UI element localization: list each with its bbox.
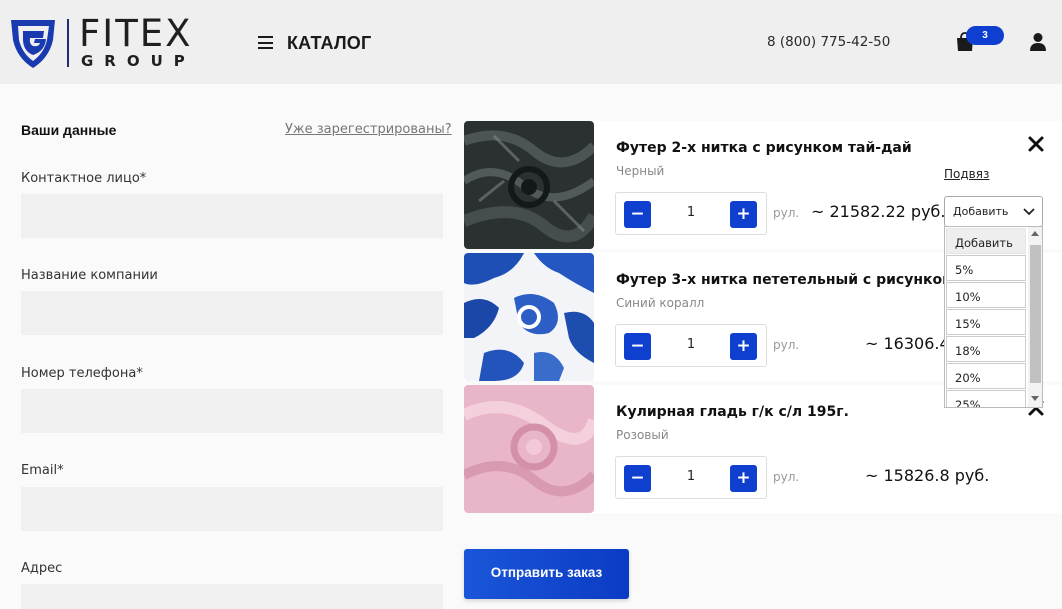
- contact-person-input[interactable]: [21, 194, 443, 238]
- address-label: Адрес: [21, 561, 63, 576]
- already-registered-link[interactable]: Уже зарегестрированы?: [285, 122, 452, 137]
- dropdown-option[interactable]: Добавить: [946, 228, 1026, 254]
- logo-divider: [67, 19, 69, 67]
- dropdown-option[interactable]: 18%: [946, 336, 1026, 362]
- form-title: Ваши данные: [21, 122, 117, 138]
- unit-label: рул.: [773, 470, 800, 484]
- decrease-quantity-button[interactable]: −: [624, 333, 651, 360]
- hamburger-menu-icon[interactable]: [258, 36, 273, 49]
- product-name[interactable]: Кулирная гладь г/к с/л 195г.: [616, 404, 849, 420]
- decrease-quantity-button[interactable]: −: [624, 465, 651, 492]
- logo-subtitle: GROUP: [81, 52, 196, 70]
- increase-quantity-button[interactable]: +: [730, 201, 757, 228]
- product-price: ~ 16306.4: [865, 334, 950, 353]
- product-image[interactable]: [464, 385, 594, 513]
- phone-input[interactable]: [21, 389, 443, 433]
- catalog-link[interactable]: КАТАЛОГ: [287, 33, 371, 54]
- increase-quantity-button[interactable]: +: [730, 465, 757, 492]
- email-label: Email*: [21, 463, 64, 478]
- product-name[interactable]: Футер 2-х нитка с рисунком тай-дай: [616, 140, 912, 156]
- user-account-icon[interactable]: [1029, 32, 1047, 52]
- product-color: Синий коралл: [616, 296, 705, 310]
- quantity-value[interactable]: 1: [676, 205, 706, 220]
- product-color: Розовый: [616, 428, 669, 442]
- logo-wordmark: FITEX: [79, 12, 193, 55]
- increase-quantity-button[interactable]: +: [730, 333, 757, 360]
- unit-label: рул.: [773, 338, 800, 352]
- site-header: FITEX GROUP КАТАЛОГ 8 (800) 775-42-50 3: [0, 0, 1062, 84]
- company-name-label: Название компании: [21, 268, 158, 283]
- dropdown-option[interactable]: 5%: [946, 255, 1026, 281]
- product-price: ~ 21582.22 руб.: [811, 202, 946, 221]
- quantity-stepper: − 1 +: [615, 192, 767, 235]
- contact-person-label: Контактное лицо*: [21, 171, 147, 186]
- phone-number[interactable]: 8 (800) 775-42-50: [767, 34, 890, 50]
- dropdown-option[interactable]: 10%: [946, 282, 1026, 308]
- black-tie-dye-fabric-icon: [464, 121, 594, 249]
- podvyaz-link[interactable]: Подвяз: [944, 167, 989, 181]
- company-name-input[interactable]: [21, 291, 443, 335]
- scrollbar-thumb[interactable]: [1030, 245, 1041, 383]
- dropdown-option[interactable]: 15%: [946, 309, 1026, 335]
- select-value: Добавить: [953, 205, 1009, 218]
- dropdown-option[interactable]: 25%: [946, 390, 1026, 407]
- product-image[interactable]: [464, 253, 594, 381]
- pink-fabric-icon: [464, 385, 594, 513]
- submit-order-button[interactable]: Отправить заказ: [464, 549, 629, 599]
- address-input[interactable]: [21, 584, 443, 609]
- logo-icon[interactable]: [9, 18, 57, 70]
- product-price: ~ 15826.8 руб.: [865, 466, 990, 485]
- quantity-stepper: − 1 +: [615, 324, 767, 367]
- dropdown-scrollbar[interactable]: [1028, 227, 1042, 407]
- quantity-value[interactable]: 1: [676, 337, 706, 352]
- product-name[interactable]: Футер 3-х нитка пететельный с рисунком б…: [616, 272, 996, 288]
- decrease-quantity-button[interactable]: −: [624, 201, 651, 228]
- scroll-up-arrow-icon[interactable]: [1031, 231, 1039, 236]
- quantity-value[interactable]: 1: [676, 469, 706, 484]
- product-color: Черный: [616, 164, 665, 178]
- blue-batik-fabric-icon: [464, 253, 594, 381]
- email-input[interactable]: [21, 487, 443, 531]
- remove-item-close-icon[interactable]: [1027, 135, 1045, 153]
- chevron-down-icon: [1023, 208, 1035, 216]
- product-image[interactable]: [464, 121, 594, 249]
- discount-dropdown: Добавить 5% 10% 15% 18% 20% 25%: [944, 226, 1043, 408]
- discount-select[interactable]: Добавить: [944, 196, 1043, 227]
- cart-count-badge[interactable]: 3: [966, 26, 1004, 45]
- phone-label: Номер телефона*: [21, 366, 143, 381]
- scroll-down-arrow-icon[interactable]: [1031, 396, 1039, 401]
- dropdown-option[interactable]: 20%: [946, 363, 1026, 389]
- unit-label: рул.: [773, 206, 800, 220]
- quantity-stepper: − 1 +: [615, 456, 767, 499]
